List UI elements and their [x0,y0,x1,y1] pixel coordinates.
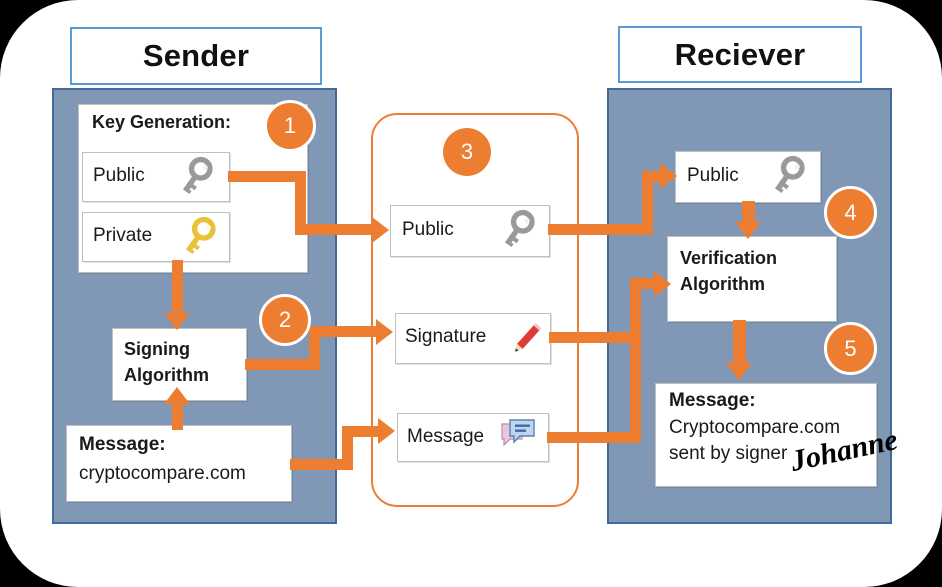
chat-bubbles-icon [501,419,535,447]
arrow-head-public-to-verification [735,222,761,239]
step-badge-1-label: 1 [283,113,297,138]
arrow-head-signature-to-verification [654,271,671,297]
sender-message-body: cryptocompare.com [79,463,246,484]
channel-message-label: Message [407,426,485,447]
grey-key-icon [182,156,213,195]
verification-algorithm-line1: Verification [680,248,778,268]
arrow-head-signing-to-signature [376,319,393,345]
step-badge-4: 4 [824,186,877,239]
receiver-public-key-label: Public [687,165,739,186]
step-badge-5-label: 5 [844,335,857,361]
arrow-seg [549,332,636,343]
channel-public-label: Public [402,219,454,240]
channel-signature-label: Signature [405,326,487,347]
grey-key-icon [774,155,805,194]
sender-public-key-label: Public [93,165,145,186]
arrow-seg [172,402,183,430]
sender-message-title: Message: [79,434,166,455]
step-badge-2-label: 2 [278,307,292,332]
step-badge-4-label: 4 [844,199,857,225]
step-badge-1: 1 [264,100,316,152]
sender-private-key-label: Private [93,225,153,246]
arrow-head-sender-public-to-channel [372,217,389,243]
arrow-seg [172,260,183,315]
receiver-message-line2: sent by signer [669,443,788,464]
key-generation-title: Key Generation: [92,112,232,132]
verification-algorithm-line2: Algorithm [680,274,765,294]
arrow-seg [630,289,641,443]
step-badge-2: 2 [259,294,311,346]
signing-algorithm-line1: Signing [124,339,190,359]
arrow-head-private-to-signing [164,313,190,330]
arrow-seg [295,171,306,225]
receiver-header-label: Reciever [674,36,806,72]
grey-key-icon [504,209,535,248]
arrow-seg [309,326,378,337]
step-badge-3-label: 3 [460,139,474,164]
diagram-card: Sender Reciever Key Generation: Public P… [0,0,942,587]
red-pencil-icon [515,323,542,352]
receiver-header: Reciever [618,26,862,83]
arrow-seg [295,224,373,235]
arrow-seg [342,426,380,437]
step-badge-5: 5 [824,322,877,375]
arrow-head-message-to-signing [164,387,190,404]
diagram-canvas: Sender Reciever Key Generation: Public P… [0,0,942,587]
arrow-head-verification-to-message [726,363,752,380]
arrow-seg [548,224,653,235]
arrow-seg [733,320,746,367]
arrow-head-channel-public-to-receiver [660,163,677,189]
gold-key-icon [185,216,216,255]
sender-header: Sender [70,27,322,85]
receiver-message-title: Message: [669,390,756,411]
arrow-seg [547,432,636,443]
step-badge-3: 3 [443,128,491,176]
receiver-message-line1: Cryptocompare.com [669,417,841,438]
sender-header-label: Sender [142,38,250,73]
arrow-head-message-to-channel [378,418,395,444]
signing-algorithm-line2: Algorithm [124,365,209,385]
